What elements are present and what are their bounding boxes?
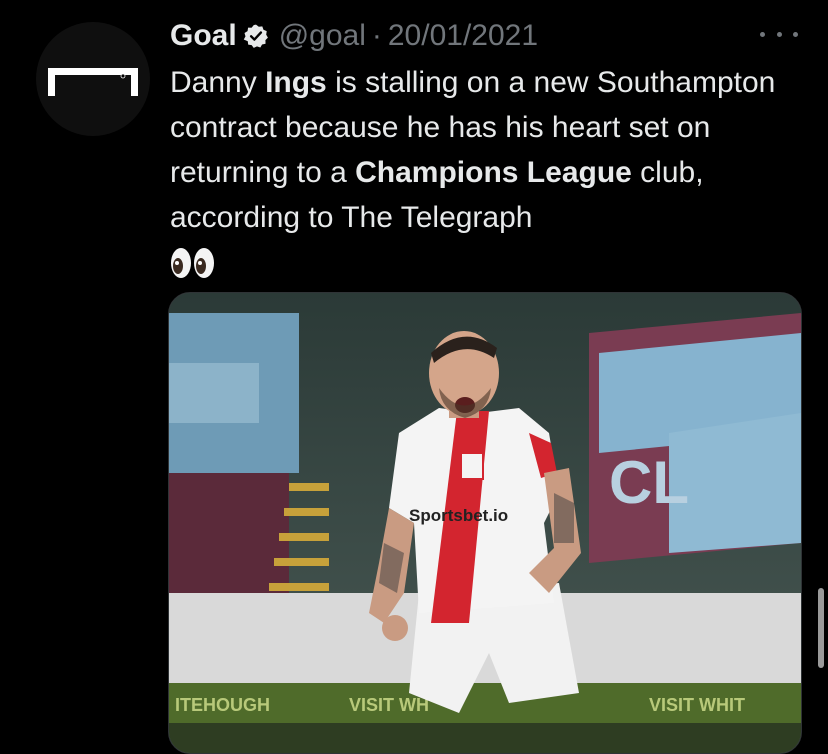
tweet-media-photo[interactable]: CL ITEHOUGH VISIT WH VISIT WHIT Sportsbe…	[168, 292, 802, 754]
goal-logo-icon	[48, 68, 138, 96]
separator-dot: ·	[371, 19, 382, 52]
eyes-emoji	[171, 248, 214, 278]
text-segment-bold: Ings	[265, 66, 327, 99]
board-right: VISIT WHIT	[649, 695, 745, 715]
tweet[interactable]: Goal @goal · 20/01/2021 Danny Ings is st…	[0, 0, 828, 754]
display-name[interactable]: Goal	[170, 19, 237, 53]
shirt-sponsor: Sportsbet.io	[409, 506, 508, 525]
tweet-text: Danny Ings is stalling on a new Southamp…	[170, 60, 820, 293]
avatar[interactable]	[36, 22, 150, 136]
text-segment-bold: Champions League	[355, 156, 632, 189]
scrollbar-thumb[interactable]	[818, 588, 824, 668]
player-photo: CL ITEHOUGH VISIT WH VISIT WHIT Sportsbe…	[169, 293, 801, 753]
tweet-header: Goal @goal · 20/01/2021	[170, 16, 538, 56]
stand-letters: CL	[609, 449, 689, 516]
more-icon[interactable]	[760, 22, 798, 46]
text-segment: Danny	[170, 66, 266, 99]
board-left: ITEHOUGH	[175, 695, 270, 715]
verified-badge-icon	[243, 24, 268, 48]
handle[interactable]: @goal	[279, 19, 366, 53]
tweet-date[interactable]: 20/01/2021	[388, 19, 538, 53]
board-mid: VISIT WH	[349, 695, 429, 715]
